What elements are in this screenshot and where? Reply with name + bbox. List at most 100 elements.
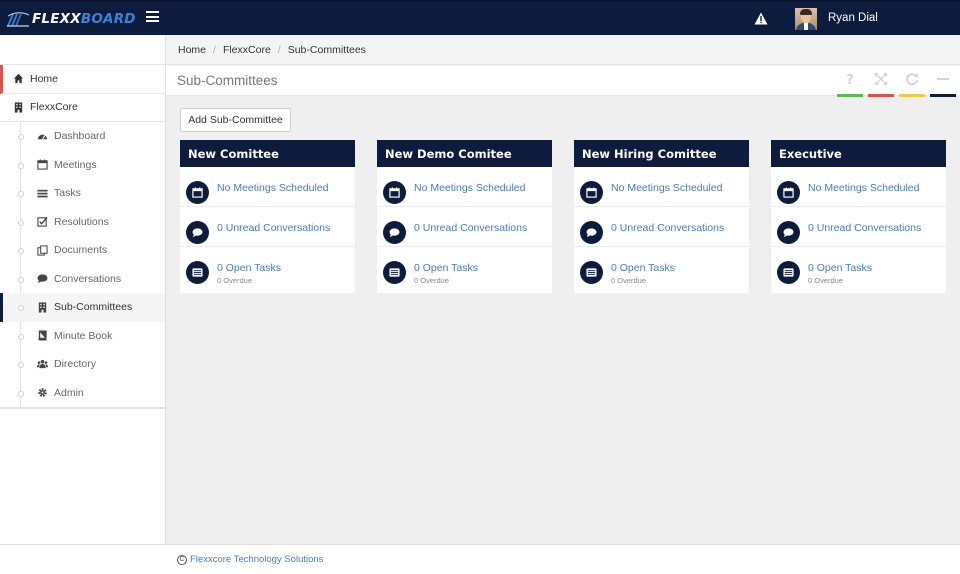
committee-name[interactable]: New Comittee: [180, 140, 355, 167]
committee-name[interactable]: New Demo Comitee: [377, 140, 552, 167]
meetings-row: No Meetings Scheduled: [574, 167, 749, 207]
add-sub-committee-button[interactable]: Add Sub-Committee: [180, 108, 291, 132]
warning-alert-icon[interactable]: [754, 12, 768, 25]
building-icon: [37, 302, 48, 313]
sidebar-item-label: Minute Book: [54, 329, 113, 342]
breadcrumb-separator: /: [213, 43, 216, 56]
sidebar-submenu: Dashboard Meetings Tasks Resolutions Doc…: [0, 122, 165, 409]
calendar-icon: [383, 181, 406, 204]
conversations-row: 0 Unread Conversations: [574, 207, 749, 247]
building-icon: [13, 102, 24, 113]
question-icon: ?: [846, 73, 854, 86]
conversations-link[interactable]: 0 Unread Conversations: [414, 222, 527, 234]
refresh-icon: [906, 73, 918, 86]
sidebar-item-label: Directory: [54, 358, 97, 371]
committee-name[interactable]: Executive: [771, 140, 946, 167]
meetings-link[interactable]: No Meetings Scheduled: [808, 182, 920, 194]
calendar-icon: [777, 181, 800, 204]
committee-name[interactable]: New Hiring Comittee: [574, 140, 749, 167]
fullscreen-tool[interactable]: [868, 72, 894, 97]
page-title: Sub-Committees: [177, 73, 278, 88]
tasks-link[interactable]: 0 Open Tasks: [808, 262, 872, 274]
conversations-link[interactable]: 0 Unread Conversations: [611, 222, 724, 234]
chat-icon: [37, 273, 48, 284]
dashboard-icon: [37, 131, 48, 142]
tasks-row: 0 Open Tasks 0 Overdue: [377, 247, 552, 293]
breadcrumb-separator: /: [277, 43, 281, 56]
breadcrumb-home[interactable]: Home: [178, 44, 206, 56]
sidebar-item-label: Meetings: [54, 158, 97, 171]
conversations-row: 0 Unread Conversations: [180, 207, 355, 247]
logo-mark-icon: [6, 10, 30, 28]
users-icon: [37, 359, 48, 370]
sidebar-item-directory[interactable]: Directory: [0, 350, 165, 379]
tasks-link[interactable]: 0 Open Tasks: [414, 262, 478, 274]
sidebar-item-label: FlexxCore: [30, 101, 78, 114]
refresh-tool[interactable]: [899, 72, 925, 97]
sidebar-item-tasks[interactable]: Tasks: [0, 179, 165, 208]
sidebar-item-meetings[interactable]: Meetings: [0, 151, 165, 180]
sidebar: Home FlexxCore Dashboard Meetings Tasks …: [0, 35, 166, 544]
sidebar-item-label: Tasks: [54, 187, 81, 200]
sidebar-item-label: Dashboard: [54, 130, 106, 143]
sidebar-item-label: Admin: [54, 386, 84, 399]
chat-icon: [777, 221, 800, 244]
sidebar-item-sub-committees[interactable]: Sub-Committees: [0, 293, 165, 322]
meetings-row: No Meetings Scheduled: [180, 167, 355, 207]
user-avatar[interactable]: [795, 8, 817, 30]
sidebar-spacer: [0, 35, 165, 65]
book-icon: [37, 330, 48, 341]
meetings-link[interactable]: No Meetings Scheduled: [611, 182, 723, 194]
breadcrumb-current: Sub-Committees: [287, 43, 366, 56]
sidebar-item-flexxcore[interactable]: FlexxCore: [0, 94, 165, 122]
sidebar-item-label: Sub-Committees: [54, 301, 133, 314]
flexxboard-logo[interactable]: FLEXXBOARD: [6, 9, 136, 29]
committee-card: Executive No Meetings Scheduled 0 Unread…: [771, 140, 946, 293]
tasks-row: 0 Open Tasks 0 Overdue: [574, 247, 749, 293]
gear-icon: [37, 387, 48, 398]
conversations-link[interactable]: 0 Unread Conversations: [217, 222, 330, 234]
meetings-link[interactable]: No Meetings Scheduled: [217, 182, 329, 194]
logo-text: FLEXXBOARD: [32, 11, 136, 27]
footer-company-link[interactable]: Flexxcore Technology Solutions: [190, 554, 323, 565]
meetings-link[interactable]: No Meetings Scheduled: [414, 182, 526, 194]
overdue-count: 0 Overdue: [611, 276, 647, 285]
sidebar-item-resolutions[interactable]: Resolutions: [0, 208, 165, 237]
tasks-link[interactable]: 0 Open Tasks: [217, 262, 281, 274]
calendar-icon: [37, 159, 48, 170]
page-header: Sub-Committees ?: [166, 66, 960, 97]
committee-card: New Hiring Comittee No Meetings Schedule…: [574, 140, 749, 293]
minus-icon: [937, 78, 949, 80]
sidebar-item-label: Resolutions: [54, 215, 109, 228]
breadcrumb-flexxcore[interactable]: FlexxCore: [223, 44, 271, 56]
hamburger-menu-icon[interactable]: [146, 11, 159, 22]
sidebar-item-conversations[interactable]: Conversations: [0, 265, 165, 294]
tasks-icon: [383, 261, 406, 284]
sidebar-item-label: Home: [30, 72, 59, 85]
chat-icon: [186, 221, 209, 244]
help-tool[interactable]: ?: [837, 72, 863, 97]
sidebar-item-dashboard[interactable]: Dashboard: [0, 122, 165, 151]
tasks-row: 0 Open Tasks 0 Overdue: [771, 247, 946, 293]
sidebar-item-admin[interactable]: Admin: [0, 379, 165, 408]
sidebar-item-documents[interactable]: Documents: [0, 236, 165, 265]
committee-card: New Comittee No Meetings Scheduled 0 Unr…: [180, 140, 355, 293]
footer: C Flexxcore Technology Solutions: [0, 544, 960, 574]
user-name[interactable]: Ryan Dial: [828, 12, 878, 24]
conversations-link[interactable]: 0 Unread Conversations: [808, 222, 921, 234]
chat-icon: [383, 221, 406, 244]
svg-text:?: ?: [846, 73, 854, 86]
breadcrumb: Home / FlexxCore / Sub-Committees: [166, 35, 960, 65]
overdue-count: 0 Overdue: [217, 276, 253, 285]
conversations-row: 0 Unread Conversations: [771, 207, 946, 247]
sidebar-item-label: Conversations: [54, 272, 122, 285]
sidebar-item-minute-book[interactable]: Minute Book: [0, 322, 165, 351]
main-content: Home / FlexxCore / Sub-Committees Sub-Co…: [166, 35, 960, 544]
collapse-tool[interactable]: [930, 72, 956, 97]
committee-card: New Demo Comitee No Meetings Scheduled 0…: [377, 140, 552, 293]
tasks-link[interactable]: 0 Open Tasks: [611, 262, 675, 274]
sidebar-item-home[interactable]: Home: [0, 65, 165, 94]
footer-copyright: C Flexxcore Technology Solutions: [177, 554, 323, 565]
copyright-icon: C: [177, 554, 187, 565]
home-icon: [13, 73, 24, 84]
